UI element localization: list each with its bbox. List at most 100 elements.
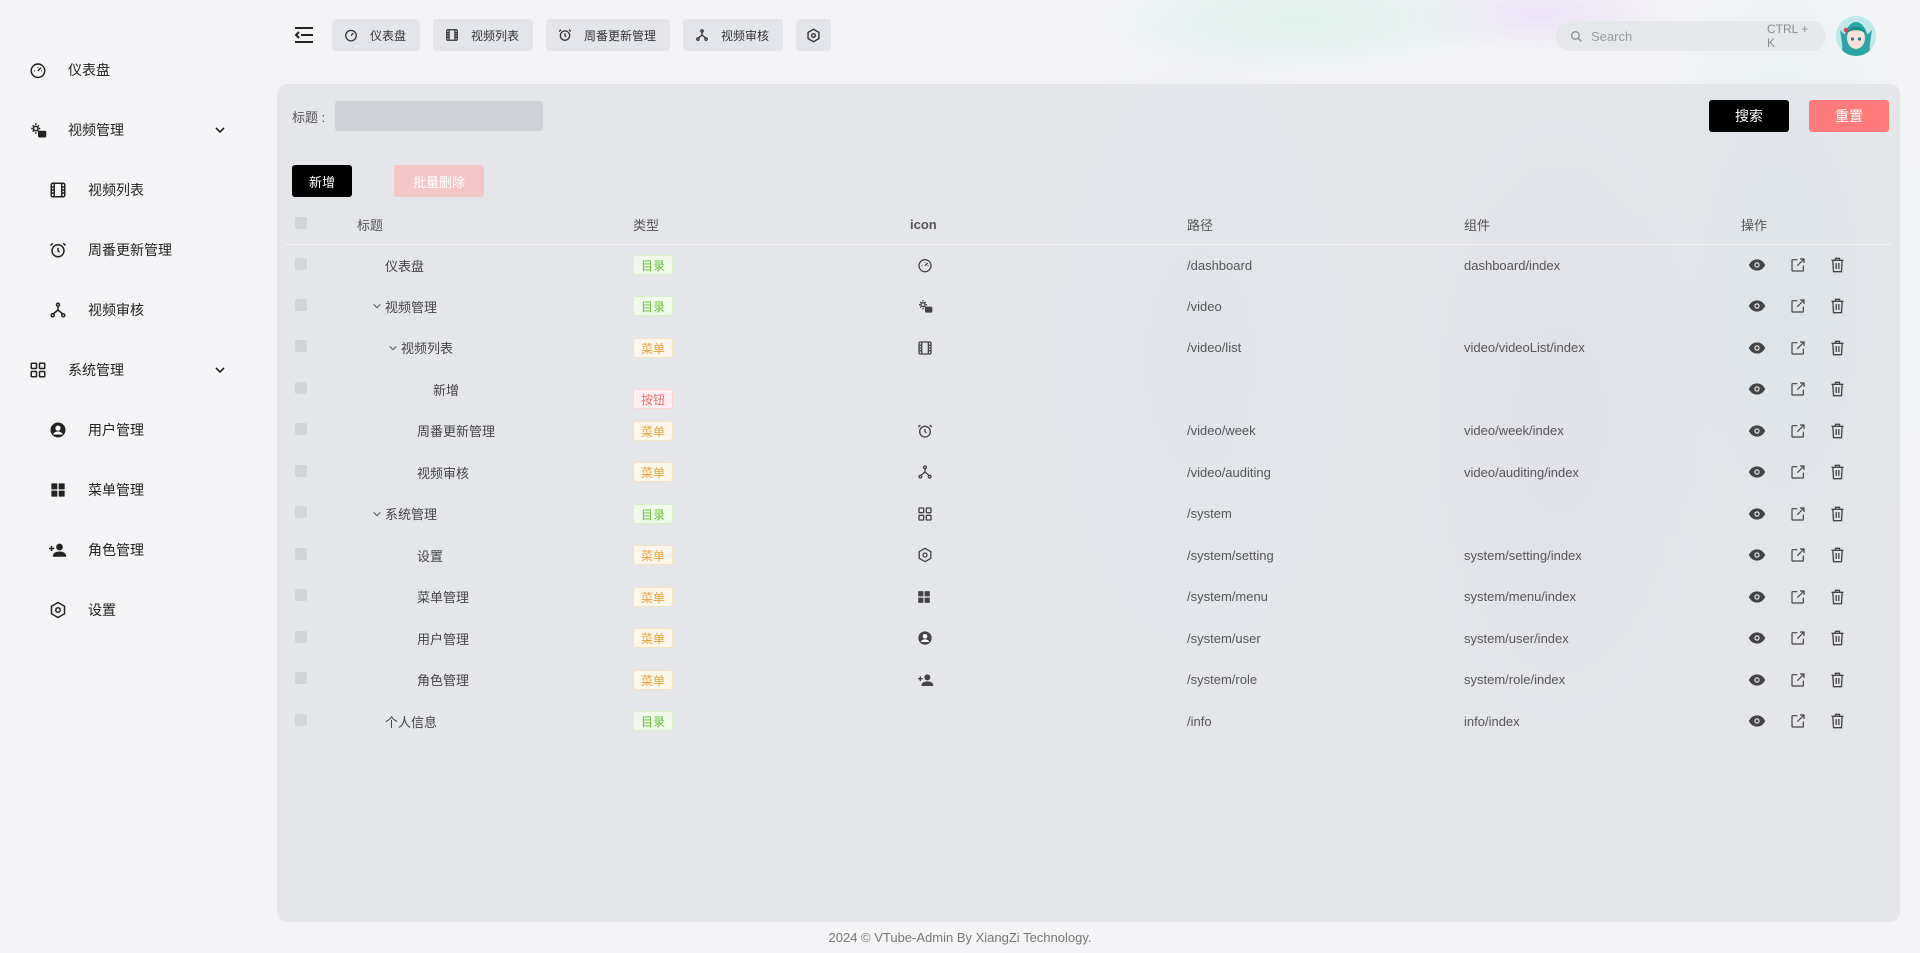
- film-icon: [917, 340, 933, 356]
- dashboard-icon: [917, 257, 933, 273]
- add-button[interactable]: 新增: [292, 165, 352, 197]
- sidebar-item-dashboard[interactable]: 仪表盘: [0, 40, 260, 100]
- avatar[interactable]: [1836, 16, 1876, 56]
- edit-icon[interactable]: [1790, 423, 1806, 439]
- view-eye-icon[interactable]: [1748, 673, 1766, 687]
- row-checkbox[interactable]: [295, 257, 307, 270]
- edit-icon[interactable]: [1790, 506, 1806, 522]
- expand-caret-icon[interactable]: [369, 509, 385, 519]
- delete-trash-icon[interactable]: [1830, 381, 1845, 397]
- row-checkbox[interactable]: [295, 298, 307, 311]
- delete-trash-icon[interactable]: [1830, 547, 1845, 563]
- delete-trash-icon[interactable]: [1830, 298, 1845, 314]
- delete-trash-icon[interactable]: [1830, 713, 1845, 729]
- delete-trash-icon[interactable]: [1830, 257, 1845, 273]
- sidebar-item-video-audit[interactable]: 视频审核: [0, 280, 260, 340]
- view-eye-icon[interactable]: [1748, 382, 1766, 396]
- sidebar-item-user-management[interactable]: 用户管理: [0, 400, 260, 460]
- view-eye-icon[interactable]: [1748, 548, 1766, 562]
- view-eye-icon[interactable]: [1748, 507, 1766, 521]
- row-checkbox[interactable]: [295, 547, 307, 560]
- sidebar-item-weekly-update[interactable]: 周番更新管理: [0, 220, 260, 280]
- row-path: /video/list: [1187, 340, 1242, 356]
- row-title: 用户管理: [417, 631, 470, 647]
- table-row: 仪表盘 目录/dashboard dashboard/index: [285, 244, 1892, 286]
- edit-icon[interactable]: [1790, 547, 1806, 563]
- sidebar-group-video[interactable]: 视频管理: [0, 100, 260, 160]
- row-checkbox[interactable]: [295, 340, 307, 353]
- table-row: 用户管理 菜单/system/user system/user/index: [285, 618, 1892, 660]
- view-eye-icon[interactable]: [1748, 258, 1766, 272]
- tab-video-list[interactable]: 视频列表: [433, 19, 534, 51]
- tab-video-audit[interactable]: 视频审核: [683, 19, 784, 51]
- row-checkbox[interactable]: [295, 423, 307, 436]
- global-search[interactable]: CTRL + K: [1556, 21, 1826, 51]
- view-eye-icon[interactable]: [1748, 424, 1766, 438]
- view-eye-icon[interactable]: [1748, 714, 1766, 728]
- row-path: /video/week: [1187, 423, 1256, 439]
- row-path: /system/setting: [1187, 547, 1274, 563]
- bulk-delete-button[interactable]: 批量删除: [394, 165, 484, 197]
- view-eye-icon[interactable]: [1748, 299, 1766, 313]
- search-input[interactable]: [1591, 28, 1767, 44]
- header-path: 路径: [1187, 206, 1464, 245]
- edit-icon[interactable]: [1790, 340, 1806, 356]
- delete-trash-icon[interactable]: [1830, 464, 1845, 480]
- tab-weekly-update[interactable]: 周番更新管理: [546, 19, 671, 51]
- expand-caret-icon[interactable]: [385, 343, 401, 353]
- select-all-checkbox[interactable]: [295, 217, 307, 230]
- row-path: /system/role: [1187, 672, 1258, 688]
- delete-trash-icon[interactable]: [1830, 506, 1845, 522]
- title-filter-label: 标题 :: [292, 109, 326, 125]
- sidebar-item-video-list[interactable]: 视频列表: [0, 160, 260, 220]
- tab-settings[interactable]: [796, 19, 832, 51]
- edit-icon[interactable]: [1790, 464, 1806, 480]
- sidebar-item-label: 视频管理: [68, 122, 124, 138]
- edit-icon[interactable]: [1790, 381, 1806, 397]
- filter-bar: 标题 :: [292, 101, 544, 131]
- sidebar-item-label: 仪表盘: [68, 62, 110, 78]
- delete-trash-icon[interactable]: [1830, 423, 1845, 439]
- row-checkbox[interactable]: [295, 589, 307, 602]
- row-checkbox[interactable]: [295, 506, 307, 519]
- sidebar-item-label: 周番更新管理: [88, 242, 172, 258]
- delete-trash-icon[interactable]: [1830, 630, 1845, 646]
- search-shortcut: CTRL + K: [1767, 22, 1809, 50]
- chevron-down-icon[interactable]: [214, 124, 226, 136]
- expand-caret-icon[interactable]: [369, 301, 385, 311]
- view-eye-icon[interactable]: [1748, 341, 1766, 355]
- row-checkbox[interactable]: [295, 464, 307, 477]
- row-icon: [910, 298, 1187, 314]
- edit-icon[interactable]: [1790, 630, 1806, 646]
- view-eye-icon[interactable]: [1748, 590, 1766, 604]
- view-eye-icon[interactable]: [1748, 631, 1766, 645]
- sidebar-group-system[interactable]: 系统管理: [0, 340, 260, 400]
- view-eye-icon[interactable]: [1748, 465, 1766, 479]
- row-icon: [910, 506, 1187, 522]
- chevron-down-icon[interactable]: [214, 364, 226, 376]
- settings-hex-icon: [48, 600, 68, 620]
- reset-button[interactable]: 重置: [1809, 100, 1889, 132]
- edit-icon[interactable]: [1790, 713, 1806, 729]
- row-checkbox[interactable]: [295, 672, 307, 685]
- edit-icon[interactable]: [1790, 257, 1806, 273]
- delete-trash-icon[interactable]: [1830, 672, 1845, 688]
- edit-icon[interactable]: [1790, 589, 1806, 605]
- sidebar-item-role-management[interactable]: 角色管理: [0, 520, 260, 580]
- tab-dashboard[interactable]: 仪表盘: [332, 19, 421, 51]
- row-checkbox[interactable]: [295, 381, 307, 394]
- delete-trash-icon[interactable]: [1830, 589, 1845, 605]
- collapse-menu-icon[interactable]: [290, 18, 318, 52]
- edit-icon[interactable]: [1790, 672, 1806, 688]
- title-filter-input[interactable]: [335, 101, 544, 131]
- delete-trash-icon[interactable]: [1830, 340, 1845, 356]
- sidebar-item-menu-management[interactable]: 菜单管理: [0, 460, 260, 520]
- row-checkbox[interactable]: [295, 630, 307, 643]
- row-component: [1464, 369, 1741, 411]
- edit-icon[interactable]: [1790, 298, 1806, 314]
- sidebar-item-settings[interactable]: 设置: [0, 580, 260, 640]
- row-checkbox[interactable]: [295, 713, 307, 726]
- film-icon: [445, 28, 459, 42]
- search-button[interactable]: 搜索: [1709, 100, 1789, 132]
- row-path: /system/user: [1187, 630, 1261, 646]
